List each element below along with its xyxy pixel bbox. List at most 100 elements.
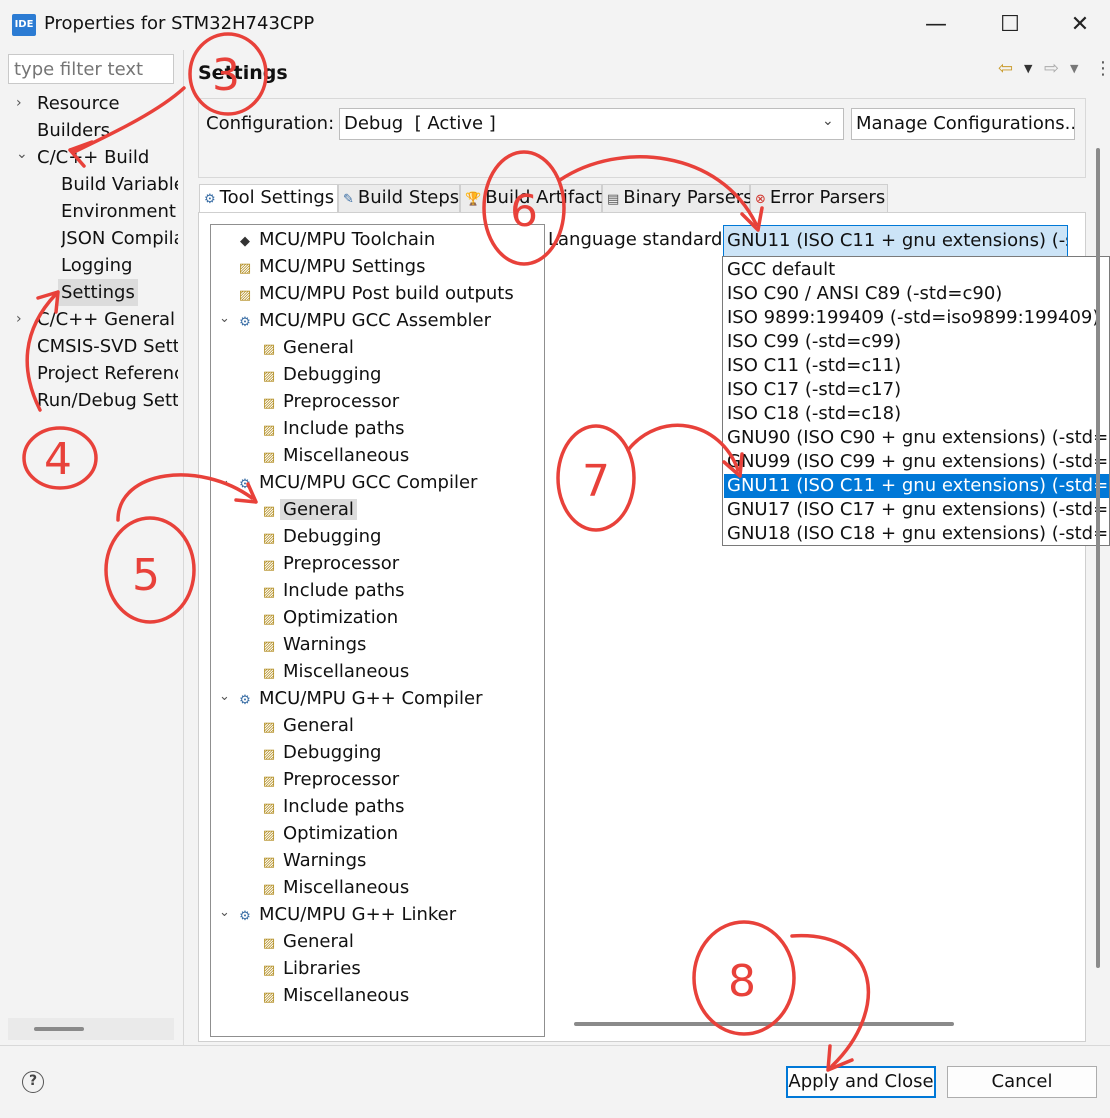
tree-item[interactable]: ▨ MCU/MPU Settings bbox=[237, 254, 428, 280]
language-option[interactable]: GNU99 (ISO C99 + gnu extensions) (-std=g… bbox=[724, 450, 1109, 474]
language-standard-dropdown[interactable]: GCC default ISO C90 / ANSI C89 (-std=c90)… bbox=[722, 256, 1110, 546]
tree-item[interactable]: ▨ MCU/MPU Post build outputs bbox=[237, 281, 517, 307]
configuration-select[interactable]: Debug [ Active ] bbox=[339, 108, 844, 140]
tree-item[interactable]: ▨ Miscellaneous bbox=[261, 875, 412, 901]
tree-item[interactable]: ▨ Debugging bbox=[261, 740, 384, 766]
language-option[interactable]: GCC default bbox=[724, 258, 1109, 282]
chevron-right-icon[interactable]: › bbox=[16, 311, 30, 327]
left-scroll-thumb[interactable] bbox=[34, 1027, 84, 1031]
tree-item[interactable]: ▨ Include paths bbox=[261, 794, 408, 820]
tab-error-parsers[interactable]: ⊗ Error Parsers bbox=[750, 184, 888, 212]
tab-tool-settings[interactable]: ⚙ Tool Settings bbox=[199, 184, 338, 212]
tree-item[interactable]: ▨ Preprocessor bbox=[261, 551, 402, 577]
language-option[interactable]: GNU18 (ISO C18 + gnu extensions) (-std=g… bbox=[724, 522, 1109, 545]
tree-item[interactable]: ▨ General bbox=[261, 335, 357, 361]
nav-item-cpp-general[interactable]: C/C++ General bbox=[37, 306, 178, 333]
tree-item[interactable]: ⌄ ⚙ MCU/MPU G++ Compiler bbox=[219, 686, 485, 712]
option-page-icon: ▨ bbox=[262, 504, 276, 519]
nav-item-run-debug-settings[interactable]: Run/Debug Settings bbox=[37, 387, 178, 414]
apply-and-close-button[interactable]: Apply and Close bbox=[786, 1066, 936, 1098]
nav-item-cpp-build[interactable]: C/C++ Build bbox=[37, 144, 149, 171]
tree-item[interactable]: ▨ Preprocessor bbox=[261, 767, 402, 793]
trophy-icon: 🏆 bbox=[465, 192, 482, 207]
language-standard-select[interactable]: GNU11 (ISO C11 + gnu extensions) (-std=g… bbox=[723, 225, 1068, 257]
nav-item-build-variables[interactable]: Build Variables bbox=[61, 171, 178, 198]
back-arrow-icon[interactable]: ⇦ bbox=[998, 58, 1013, 79]
property-page-tree: › Resource Builders ⌄ C/C++ Build Build … bbox=[0, 88, 178, 418]
nav-item-cmsis-svd[interactable]: CMSIS-SVD Settings bbox=[37, 333, 178, 360]
tree-item[interactable]: ▨ Miscellaneous bbox=[261, 659, 412, 685]
tree-item[interactable]: ▨ Optimization bbox=[261, 605, 401, 631]
nav-item-settings[interactable]: Settings bbox=[58, 279, 138, 306]
chevron-down-icon[interactable]: ⌄ bbox=[219, 306, 230, 332]
tree-item[interactable]: ▨ Debugging bbox=[261, 524, 384, 550]
tree-item[interactable]: ⌄ ⚙ MCU/MPU GCC Assembler bbox=[219, 308, 494, 334]
chevron-down-icon[interactable]: ⌄ bbox=[16, 146, 30, 162]
tree-item[interactable]: ⌄ ⚙ MCU/MPU GCC Compiler bbox=[219, 470, 480, 496]
minimize-icon[interactable]: — bbox=[916, 8, 956, 42]
tree-item[interactable]: ▨ Miscellaneous bbox=[261, 983, 412, 1009]
tree-item-label: Libraries bbox=[283, 958, 361, 979]
tree-item[interactable]: ▨ Libraries bbox=[261, 956, 364, 982]
chevron-right-icon[interactable]: › bbox=[16, 95, 30, 111]
maximize-icon[interactable]: ☐ bbox=[990, 8, 1030, 42]
forward-dropdown-icon[interactable]: ▼ bbox=[1070, 62, 1078, 75]
nav-item-project-references[interactable]: Project References bbox=[37, 360, 178, 387]
option-page-icon: ▨ bbox=[262, 369, 276, 384]
nav-item-resource[interactable]: Resource bbox=[37, 90, 120, 117]
tree-item[interactable]: ▨ Preprocessor bbox=[261, 389, 402, 415]
chevron-down-icon[interactable]: ⌄ bbox=[822, 113, 834, 129]
tree-item[interactable]: ▨ Optimization bbox=[261, 821, 401, 847]
chevron-down-icon[interactable]: ⌄ bbox=[219, 900, 230, 926]
nav-item-environment[interactable]: Environment bbox=[61, 198, 178, 225]
tree-item[interactable]: ▨ Miscellaneous bbox=[261, 443, 412, 469]
view-menu-icon[interactable]: ⋮ bbox=[1094, 58, 1110, 79]
tree-item[interactable]: ▨ Debugging bbox=[261, 362, 384, 388]
tree-item[interactable]: ▨ General bbox=[261, 497, 357, 523]
nav-item-logging[interactable]: Logging bbox=[61, 252, 178, 279]
option-page-icon: ▨ bbox=[262, 612, 276, 627]
tree-item[interactable]: ▨ General bbox=[261, 713, 357, 739]
tree-item[interactable]: ◆ MCU/MPU Toolchain bbox=[237, 227, 438, 253]
filter-input[interactable] bbox=[8, 54, 174, 84]
language-option[interactable]: ISO C90 / ANSI C89 (-std=c90) bbox=[724, 282, 1109, 306]
binary-icon: ▤ bbox=[607, 192, 620, 207]
tree-item-label: Include paths bbox=[283, 580, 405, 601]
chevron-down-icon[interactable]: ⌄ bbox=[219, 468, 230, 494]
language-option[interactable]: ISO 9899:199409 (-std=iso9899:199409) bbox=[724, 306, 1109, 330]
language-option[interactable]: ISO C99 (-std=c99) bbox=[724, 330, 1109, 354]
tree-item[interactable]: ▨ Warnings bbox=[261, 848, 369, 874]
language-option[interactable]: GNU11 (ISO C11 + gnu extensions) (-std=g… bbox=[724, 474, 1109, 498]
tree-item[interactable]: ⌄ ⚙ MCU/MPU G++ Linker bbox=[219, 902, 459, 928]
tab-build-steps[interactable]: ✎ Build Steps bbox=[338, 184, 460, 212]
nav-item-json-compilation[interactable]: JSON Compilation Database bbox=[61, 225, 178, 252]
help-icon[interactable]: ? bbox=[22, 1071, 44, 1093]
cancel-button[interactable]: Cancel bbox=[947, 1066, 1097, 1098]
close-icon[interactable]: ✕ bbox=[1060, 8, 1100, 42]
tab-label: Error Parsers bbox=[769, 187, 886, 208]
vertical-scroll-thumb[interactable] bbox=[1096, 148, 1100, 968]
tool-settings-tree[interactable]: ◆ MCU/MPU Toolchain ▨ MCU/MPU Settings ▨ MCU/… bbox=[210, 224, 545, 1037]
tree-item-label: Miscellaneous bbox=[283, 445, 410, 466]
language-option[interactable]: ISO C18 (-std=c18) bbox=[724, 402, 1109, 426]
tree-item[interactable]: ▨ General bbox=[261, 929, 357, 955]
tree-item[interactable]: ▨ Warnings bbox=[261, 632, 369, 658]
pencil-icon: ✎ bbox=[343, 192, 354, 207]
chevron-down-icon[interactable]: ⌄ bbox=[219, 684, 230, 710]
forward-arrow-icon[interactable]: ⇨ bbox=[1044, 58, 1059, 79]
nav-item-builders[interactable]: Builders bbox=[37, 117, 110, 144]
tree-item[interactable]: ▨ Include paths bbox=[261, 416, 408, 442]
manage-configurations-button[interactable]: Manage Configurations... bbox=[851, 108, 1075, 140]
language-option[interactable]: GNU17 (ISO C17 + gnu extensions) (-std=g… bbox=[724, 498, 1109, 522]
tree-item[interactable]: ▨ Include paths bbox=[261, 578, 408, 604]
horizontal-scroll-thumb[interactable] bbox=[574, 1022, 954, 1026]
ide-app-icon: IDE bbox=[12, 14, 36, 36]
language-option[interactable]: GNU90 (ISO C90 + gnu extensions) (-std=g… bbox=[724, 426, 1109, 450]
left-horizontal-scrollbar[interactable] bbox=[8, 1018, 174, 1040]
tab-build-artifact[interactable]: 🏆 Build Artifact bbox=[460, 184, 602, 212]
tree-item-label: General bbox=[280, 499, 357, 520]
tab-binary-parsers[interactable]: ▤ Binary Parsers bbox=[602, 184, 753, 212]
language-option[interactable]: ISO C11 (-std=c11) bbox=[724, 354, 1109, 378]
language-option[interactable]: ISO C17 (-std=c17) bbox=[724, 378, 1109, 402]
back-dropdown-icon[interactable]: ▼ bbox=[1024, 62, 1032, 75]
